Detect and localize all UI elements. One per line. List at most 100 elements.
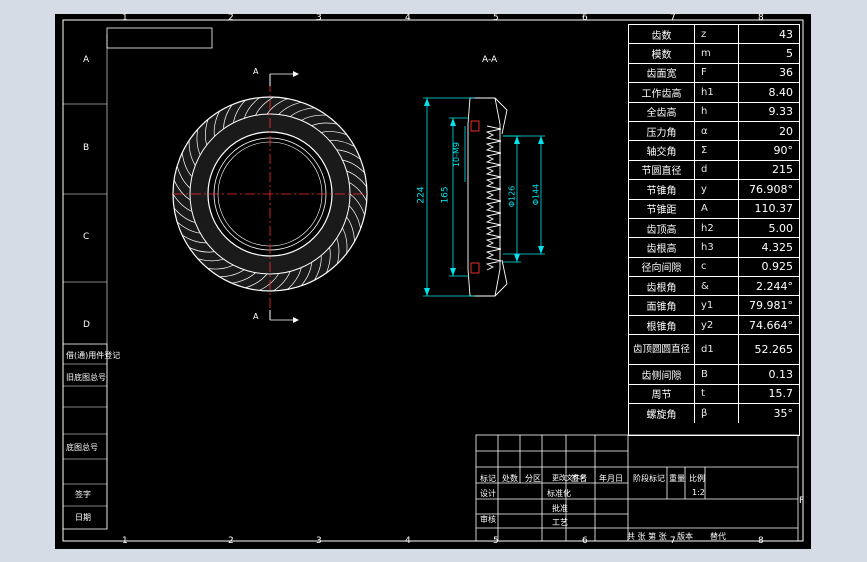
gear-section-view xyxy=(467,97,508,297)
param-row: 节锥角 y 76.908° xyxy=(629,180,799,200)
param-row: 周节 t 15.7 xyxy=(629,384,799,405)
tb-replace: 替代 xyxy=(710,532,726,541)
dim-10m9: 10-M9 xyxy=(452,141,462,168)
param-value: 0.925 xyxy=(761,260,794,274)
param-name: 齿数 xyxy=(629,25,695,44)
cut-marker-bottom: A xyxy=(253,312,259,321)
row-ref-f: F xyxy=(799,496,805,506)
strip-label-1: 借(通)用件登记 xyxy=(66,351,121,360)
col-ref-6-bottom: 6 xyxy=(582,536,588,546)
param-name: 节锥距 xyxy=(629,199,695,218)
param-row: 工作齿高 h1 8.40 xyxy=(629,83,799,103)
param-row: 螺旋角 β 35° xyxy=(629,404,799,424)
param-symbol: y1 xyxy=(695,296,739,315)
col-ref-1-bottom: 1 xyxy=(122,536,128,546)
tb-weight: 重量 xyxy=(669,474,685,483)
col-ref-5: 5 xyxy=(493,13,499,23)
col-ref-7: 7 xyxy=(670,13,676,23)
gear-parameter-table: 齿数 z 43 模数 m 5 齿面宽 F 36 工作齿高 h1 8.40 全齿高 h 9.33 压力角 α 20 轴… xyxy=(628,24,800,436)
gear-front-view xyxy=(172,71,368,323)
param-value: 36 xyxy=(779,66,793,80)
row-ref-b: B xyxy=(83,143,90,153)
col-ref-4-bottom: 4 xyxy=(405,536,411,546)
param-value: 8.40 xyxy=(768,85,794,99)
col-ref-8-bottom: 8 xyxy=(758,536,764,546)
param-row: 齿面宽 F 36 xyxy=(629,63,799,84)
tb-hdr-mark: 标记 xyxy=(480,474,496,483)
param-name: 齿面宽 xyxy=(629,63,695,83)
param-symbol: h2 xyxy=(695,218,739,238)
param-symbol: B xyxy=(695,365,739,384)
param-value: 5 xyxy=(786,47,793,61)
tb-check: 审核 xyxy=(480,515,496,524)
param-name: 径向间隙 xyxy=(629,257,695,277)
row-ref-d: D xyxy=(83,320,90,330)
title-block-lines xyxy=(475,434,799,542)
param-name: 齿顶高 xyxy=(629,218,695,238)
param-name: 根锥角 xyxy=(629,315,695,335)
param-name: 节锥角 xyxy=(629,180,695,199)
param-row: 齿数 z 43 xyxy=(629,25,799,45)
param-value: 43 xyxy=(779,27,793,41)
param-value: 76.908° xyxy=(749,182,793,196)
param-symbol: d xyxy=(695,160,739,180)
tb-hdr-sign: 签名 xyxy=(571,474,587,483)
param-value: 20 xyxy=(779,124,793,138)
tb-stage: 阶段标记 xyxy=(633,474,665,483)
param-value: 52.265 xyxy=(754,343,794,357)
param-symbol: α xyxy=(695,121,739,141)
param-row: 模数 m 5 xyxy=(629,44,799,64)
param-name: 模数 xyxy=(629,44,695,63)
param-value: 79.981° xyxy=(749,299,793,313)
drawing-sheet: 1 2 3 4 5 6 7 8 1 2 3 4 5 6 7 8 A B C D … xyxy=(55,13,811,549)
param-symbol: F xyxy=(695,63,739,83)
param-row: 齿侧间隙 B 0.13 xyxy=(629,365,799,385)
col-ref-5-bottom: 5 xyxy=(493,536,499,546)
param-symbol: y2 xyxy=(695,315,739,335)
param-name: 节圆直径 xyxy=(629,160,695,180)
param-row: 齿根角 & 2.244° xyxy=(629,277,799,297)
param-value: 90° xyxy=(773,144,794,158)
col-ref-4: 4 xyxy=(405,13,411,23)
param-row: 面锥角 y1 79.981° xyxy=(629,296,799,316)
param-name: 压力角 xyxy=(629,121,695,141)
param-row: 径向间隙 c 0.925 xyxy=(629,257,799,278)
param-name: 面锥角 xyxy=(629,296,695,315)
param-symbol: m xyxy=(695,44,739,63)
param-symbol: h3 xyxy=(695,238,739,257)
strip-label-5: 日期 xyxy=(75,513,91,522)
section-teeth xyxy=(485,125,502,271)
strip-label-4: 签字 xyxy=(75,490,91,499)
param-name: 全齿高 xyxy=(629,102,695,121)
col-ref-8: 8 xyxy=(758,13,764,23)
tb-design: 设计 xyxy=(480,489,496,498)
col-ref-7-bottom: 7 xyxy=(670,536,676,546)
dim-224: 224 xyxy=(416,186,427,204)
param-row: 全齿高 h 9.33 xyxy=(629,102,799,122)
col-ref-3: 3 xyxy=(316,13,322,23)
col-ref-2-bottom: 2 xyxy=(228,536,234,546)
row-ref-c: C xyxy=(83,232,90,242)
param-row: 节圆直径 d 215 xyxy=(629,160,799,181)
param-symbol: h1 xyxy=(695,83,739,102)
tb-sheets: 共 张 第 张 xyxy=(627,532,667,541)
section-title: A-A xyxy=(482,55,498,65)
param-value: 9.33 xyxy=(768,105,794,119)
param-value: 74.664° xyxy=(749,318,793,332)
param-symbol: c xyxy=(695,257,739,277)
tb-scale: 1:2 xyxy=(692,488,705,497)
param-symbol: y xyxy=(695,180,739,199)
tb-ratio: 比例 xyxy=(689,474,705,483)
tb-approve: 批准 xyxy=(552,504,568,513)
param-row: 压力角 α 20 xyxy=(629,121,799,142)
param-value: 0.13 xyxy=(768,367,794,381)
param-name: 齿根角 xyxy=(629,277,695,296)
param-symbol: h xyxy=(695,102,739,121)
cut-marker-top: A xyxy=(253,67,259,76)
param-value: 35° xyxy=(773,407,794,421)
param-row: 齿根高 h3 4.325 xyxy=(629,238,799,258)
param-name: 工作齿高 xyxy=(629,83,695,102)
param-symbol: β xyxy=(695,404,739,424)
tb-hdr-zone: 分区 xyxy=(525,474,541,483)
tb-hdr-count: 处数 xyxy=(502,474,518,483)
